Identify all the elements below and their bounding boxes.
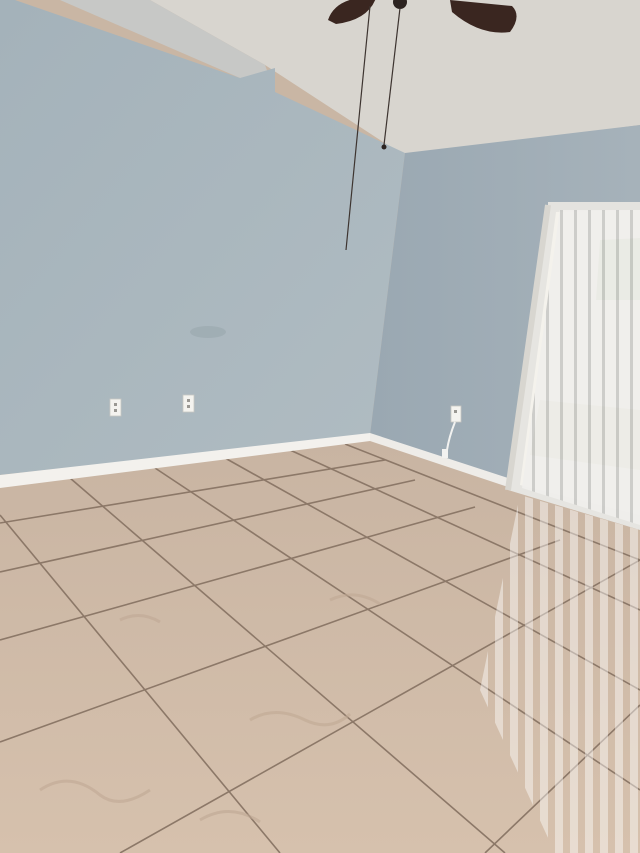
room-photo bbox=[0, 0, 640, 853]
electrical-outlet bbox=[182, 394, 195, 413]
electrical-outlet bbox=[450, 405, 462, 423]
wall-mark bbox=[190, 326, 226, 338]
electrical-outlet bbox=[109, 398, 122, 417]
room-illustration bbox=[0, 0, 640, 853]
pull-chain-bead bbox=[381, 144, 387, 150]
power-plug bbox=[442, 449, 448, 458]
blinds-headrail bbox=[548, 202, 640, 210]
